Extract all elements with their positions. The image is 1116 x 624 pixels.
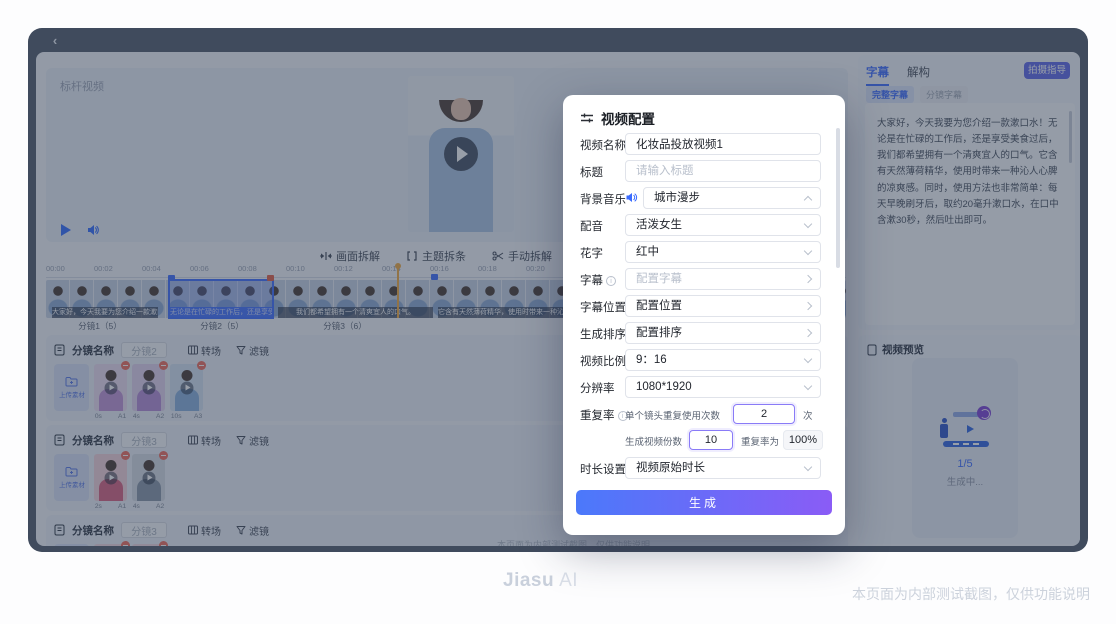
field-label-sort: 生成排序 bbox=[580, 326, 626, 342]
fancy-text-select[interactable]: 红中 bbox=[625, 241, 821, 263]
field-label-subtitle: 字幕 bbox=[580, 275, 603, 287]
app-window: ‹ 标杆视频 画面拆解 主题拆条 bbox=[28, 28, 1088, 552]
bgm-select[interactable]: 城市漫步 bbox=[643, 187, 821, 209]
page-disclaimer: 本页面为内部测试截图，仅供功能说明 bbox=[852, 584, 1090, 604]
duration-select[interactable]: 视频原始时长 bbox=[625, 457, 821, 479]
field-label-title: 标题 bbox=[580, 164, 603, 180]
chevron-right-icon bbox=[804, 302, 812, 310]
chevron-down-icon bbox=[804, 463, 812, 471]
field-label-duration: 时长设置 bbox=[580, 461, 626, 477]
repeat-times-label: 单个镜头重复使用次数 bbox=[625, 408, 720, 422]
sort-config-nav[interactable]: 配置排序 bbox=[625, 322, 821, 344]
chevron-right-icon bbox=[804, 275, 812, 283]
chevron-up-icon bbox=[804, 196, 812, 204]
field-label-video-name: 视频名称 bbox=[580, 137, 626, 153]
page: { "window": { "back_icon": "‹", "player"… bbox=[0, 0, 1116, 624]
speaker-icon[interactable] bbox=[625, 191, 638, 204]
copies-input[interactable] bbox=[689, 430, 733, 450]
rate-value: 100% bbox=[783, 430, 823, 450]
config-sliders-icon bbox=[580, 111, 594, 125]
repeat-times-input[interactable] bbox=[733, 404, 795, 424]
field-label-bgm: 背景音乐 bbox=[580, 191, 626, 207]
chevron-right-icon bbox=[804, 329, 812, 337]
field-label-subtitle-pos: 字幕位置 bbox=[580, 299, 626, 315]
field-label-voice: 配音 bbox=[580, 218, 603, 234]
resolution-select[interactable]: 1080*1920 bbox=[625, 376, 821, 398]
field-label-ratio: 视频比例 bbox=[580, 353, 626, 369]
video-config-modal: 视频配置 视频名称 标题 背景音乐 城市漫步 配音 活泼女生 花字 红中 字幕i bbox=[563, 95, 845, 535]
ratio-select[interactable]: 9：16 bbox=[625, 349, 821, 371]
video-name-input[interactable] bbox=[625, 133, 821, 155]
subtitle-position-nav[interactable]: 配置位置 bbox=[625, 295, 821, 317]
brand-logo: JiasuAI bbox=[503, 570, 578, 592]
chevron-down-icon bbox=[804, 247, 812, 255]
generate-button[interactable]: 生成 bbox=[576, 490, 832, 515]
subtitle-config-nav[interactable]: 配置字幕 bbox=[625, 268, 821, 290]
field-label-repeat: 重复率 bbox=[580, 410, 615, 422]
rate-label: 重复率为 bbox=[741, 434, 779, 448]
chevron-down-icon bbox=[804, 220, 812, 228]
repeat-times-unit: 次 bbox=[803, 408, 813, 422]
voice-select[interactable]: 活泼女生 bbox=[625, 214, 821, 236]
copies-label: 生成视频份数 bbox=[625, 434, 682, 448]
field-label-resolution: 分辨率 bbox=[580, 380, 615, 396]
modal-title: 视频配置 bbox=[601, 108, 655, 128]
info-icon: i bbox=[606, 276, 616, 286]
title-input[interactable] bbox=[625, 160, 821, 182]
modal-dim-overlay bbox=[28, 28, 1088, 552]
chevron-down-icon bbox=[804, 382, 812, 390]
field-label-fancy-text: 花字 bbox=[580, 245, 603, 261]
chevron-down-icon bbox=[804, 355, 812, 363]
